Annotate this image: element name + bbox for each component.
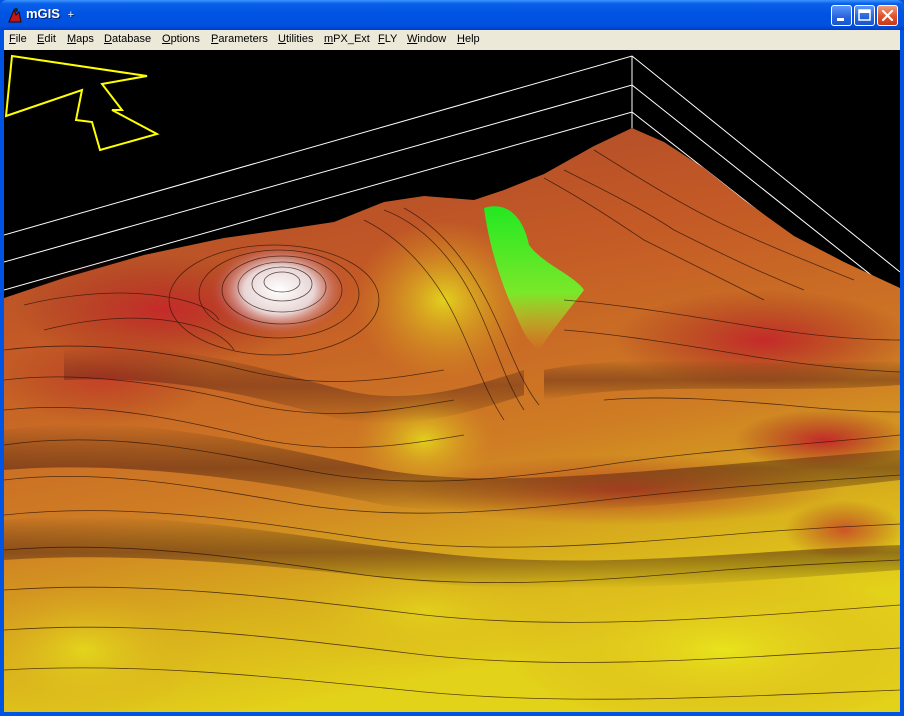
terrain-viewport[interactable] [4, 50, 900, 712]
menu-fly[interactable]: FLY [378, 33, 397, 45]
menu-parameters[interactable]: Parameters [211, 33, 268, 45]
close-icon [881, 9, 894, 22]
menu-help[interactable]: Help [457, 33, 480, 45]
window-title-name: mGIS [26, 6, 60, 21]
menu-file[interactable]: File [9, 33, 27, 45]
north-arrow-icon [4, 54, 160, 152]
title-bar[interactable]: mGIS + [0, 0, 904, 30]
menu-mpx-ext[interactable]: mPX_Ext [324, 33, 370, 45]
app-window: mGIS + File Edit Maps Database Options P… [0, 0, 904, 716]
menu-database[interactable]: Database [104, 33, 151, 45]
menu-edit[interactable]: Edit [37, 33, 56, 45]
maximize-icon [858, 9, 871, 21]
menu-maps[interactable]: Maps [67, 33, 94, 45]
window-title: mGIS + [26, 6, 74, 21]
close-button[interactable] [877, 5, 898, 26]
terrain-render[interactable] [4, 50, 900, 712]
menu-options[interactable]: Options [162, 33, 200, 45]
app-icon [8, 8, 22, 23]
minimize-button[interactable] [831, 5, 852, 26]
window-title-suffix: + [67, 9, 75, 21]
menu-bar: File Edit Maps Database Options Paramete… [4, 30, 900, 50]
window-bottom-border [0, 712, 904, 716]
menu-utilities[interactable]: Utilities [278, 33, 313, 45]
maximize-button[interactable] [854, 5, 875, 26]
minimize-icon [837, 18, 844, 21]
menu-window[interactable]: Window [407, 33, 446, 45]
terrain-surface [4, 128, 900, 712]
